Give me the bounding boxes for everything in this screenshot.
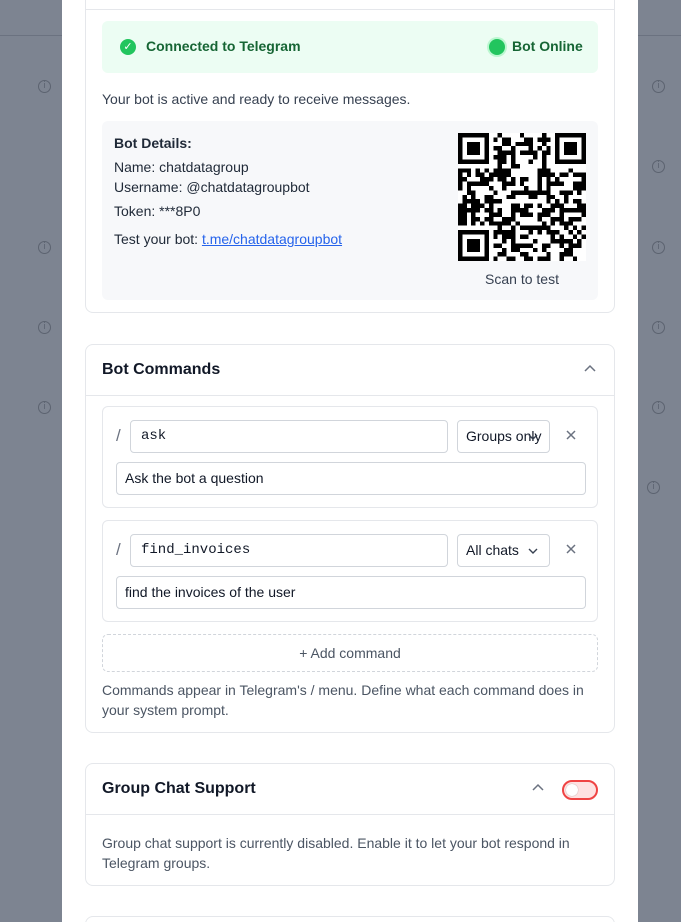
command-scope-select[interactable]: Groups only [457, 420, 550, 453]
scan-to-test-label: Scan to test [485, 271, 559, 287]
background-info-icon: i [652, 321, 665, 334]
bot-online-label: Bot Online [512, 38, 583, 54]
commands-help-text: Commands appear in Telegram's / menu. De… [102, 680, 584, 720]
card-divider [86, 9, 614, 10]
command-row: / ask Groups only Ask the bot a question [102, 406, 598, 508]
remove-command-icon[interactable] [563, 427, 579, 443]
group-chat-toggle[interactable] [562, 780, 598, 800]
test-bot-link[interactable]: t.me/chatdatagroupbot [202, 231, 342, 247]
chevron-down-icon [528, 548, 538, 554]
commands-help-line: Commands appear in Telegram's / menu. De… [102, 682, 584, 698]
command-row: / find_invoices All chats find the invoi… [102, 520, 598, 622]
bot-commands-title: Bot Commands [102, 361, 221, 378]
telegram-settings-modal: ✓ Connected to Telegram Bot Online Your … [62, 0, 638, 922]
online-dot-icon [489, 39, 505, 55]
bot-name: Name: chatdatagroup [114, 159, 249, 175]
background-info-icon: i [652, 401, 665, 414]
group-chat-help-line: Telegram groups. [102, 855, 211, 871]
connection-status-text: Connected to Telegram [146, 38, 301, 54]
connection-status-bar: ✓ Connected to Telegram Bot Online [102, 21, 598, 73]
bot-details-heading: Bot Details: [114, 135, 192, 151]
check-circle-icon: ✓ [120, 39, 136, 55]
background-info-icon: i [647, 481, 660, 494]
background-info-icon: i [652, 80, 665, 93]
toggle-knob [566, 784, 578, 796]
command-scope-select[interactable]: All chats [457, 534, 550, 567]
bot-token: Token: ***8P0 [114, 203, 201, 219]
group-chat-help-text: Group chat support is currently disabled… [102, 833, 570, 873]
remove-command-icon[interactable] [563, 541, 579, 557]
chevron-up-icon[interactable] [583, 362, 597, 376]
command-description-input[interactable]: find the invoices of the user [116, 576, 586, 609]
commands-help-line: your system prompt. [102, 702, 229, 718]
background-info-icon: i [652, 160, 665, 173]
card-divider [86, 814, 614, 815]
test-bot-line: Test your bot: t.me/chatdatagroupbot [114, 231, 342, 247]
chevron-down-icon [528, 434, 538, 440]
connection-description: Your bot is active and ready to receive … [102, 91, 411, 107]
bot-username: Username: @chatdatagroupbot [114, 179, 310, 195]
next-settings-card [85, 916, 615, 922]
command-slash: / [116, 426, 121, 445]
bot-details-box: Bot Details: Name: chatdatagroup Usernam… [102, 121, 598, 300]
background-info-icon: i [38, 401, 51, 414]
background-info-icon: i [652, 241, 665, 254]
test-bot-prefix: Test your bot: [114, 231, 199, 247]
command-name-input[interactable]: ask [130, 420, 448, 453]
add-command-button[interactable]: + Add command [102, 634, 598, 672]
command-scope-value: All chats [466, 542, 519, 558]
chevron-up-icon[interactable] [531, 781, 545, 795]
background-info-icon: i [38, 241, 51, 254]
command-description-input[interactable]: Ask the bot a question [116, 462, 586, 495]
qr-code-image [458, 133, 586, 261]
background-info-icon: i [38, 321, 51, 334]
group-chat-title: Group Chat Support [102, 780, 256, 797]
group-chat-help-line: Group chat support is currently disabled… [102, 835, 570, 851]
background-info-icon: i [38, 80, 51, 93]
command-name-input[interactable]: find_invoices [130, 534, 448, 567]
command-slash: / [116, 540, 121, 559]
card-divider [86, 395, 614, 396]
